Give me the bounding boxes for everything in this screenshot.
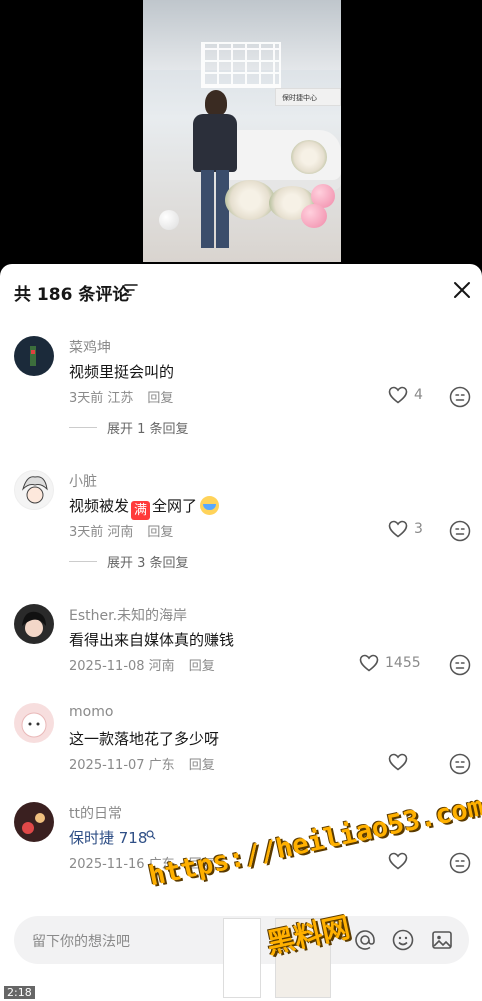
avatar-image-icon	[30, 346, 36, 366]
comment-username[interactable]: 菜鸡坤	[69, 337, 111, 357]
comment-time-location: 2025-11-07 广东	[69, 758, 175, 773]
thumbnail-image	[223, 918, 261, 998]
emoji-icon[interactable]	[392, 929, 414, 951]
flowers	[291, 140, 327, 174]
showroom-sign: 保时捷中心	[275, 88, 341, 106]
like-button[interactable]: 4	[388, 386, 423, 404]
reply-button[interactable]: 回复	[189, 659, 215, 674]
filter-lines-icon[interactable]	[124, 284, 138, 296]
like-count: 3	[414, 521, 423, 537]
video-player[interactable]: 保时捷中心	[0, 0, 482, 264]
reply-button[interactable]: 回复	[189, 857, 215, 872]
comment-meta: 3天前 江苏 回复	[69, 387, 173, 406]
smile-icon[interactable]	[449, 753, 471, 775]
man-emoji-icon: 满	[131, 501, 151, 520]
comment-meta: 2025-11-08 河南 回复	[69, 655, 215, 674]
comment-text: 这一款落地花了多少呀	[69, 730, 220, 748]
smile-icon[interactable]	[449, 852, 471, 874]
comment-time-location: 2025-11-08 河南	[69, 659, 175, 674]
avatar-image-icon	[21, 476, 48, 504]
expand-replies[interactable]: 展开 3 条回复	[69, 552, 189, 571]
smile-icon[interactable]	[449, 386, 471, 408]
comment-time-location: 3天前 河南	[69, 525, 134, 540]
heart-icon	[388, 520, 408, 538]
like-button[interactable]: 3	[388, 520, 423, 538]
like-button[interactable]	[388, 753, 408, 771]
comment-panel: 共 186 条评论 菜鸡坤 视频里挺会叫的 3天前 江苏 回复 4 展开 1 条回…	[0, 264, 482, 1001]
comment-username[interactable]: tt的日常	[69, 803, 122, 823]
at-mention-icon[interactable]	[354, 929, 376, 951]
comment-link-text[interactable]: 保时捷 718	[69, 827, 147, 848]
comment-text: 视频里挺会叫的	[69, 363, 175, 381]
search-icon[interactable]	[146, 830, 156, 840]
comment-text-part: 视频被发	[69, 497, 130, 515]
reply-button[interactable]: 回复	[147, 391, 173, 406]
comment-time-location: 2025-11-16 广东	[69, 857, 175, 872]
divider	[69, 561, 97, 562]
person-image	[193, 90, 237, 252]
comment-time-location: 3天前 江苏	[69, 391, 134, 406]
avatar[interactable]	[14, 336, 54, 376]
avatar-image-icon	[21, 712, 47, 738]
comment-text: 看得出来自媒体真的赚钱	[69, 631, 235, 649]
smile-icon[interactable]	[449, 654, 471, 676]
avatar[interactable]	[14, 802, 54, 842]
crying-face-icon	[200, 496, 220, 515]
comment-username[interactable]: momo	[69, 704, 113, 720]
like-count: 4	[414, 387, 423, 403]
comment-meta: 3天前 河南 回复	[69, 521, 173, 540]
heart-icon	[359, 654, 379, 672]
comment-username[interactable]: 小脏	[69, 471, 97, 491]
comment-meta: 2025-11-16 广东 回复	[69, 853, 215, 872]
comment-input-placeholder: 留下你的想法吧	[32, 934, 130, 950]
expand-replies-label: 展开 3 条回复	[107, 556, 189, 571]
heart-icon	[388, 852, 408, 870]
like-button[interactable]: 1455	[359, 654, 421, 672]
divider	[69, 427, 97, 428]
close-icon[interactable]	[452, 280, 472, 300]
avatar-image-icon	[22, 611, 46, 637]
comment-text: 视频被发满全网了	[69, 495, 220, 520]
avatar[interactable]	[14, 703, 54, 743]
avatar[interactable]	[14, 470, 54, 510]
avatar[interactable]	[14, 604, 54, 644]
flowers	[225, 180, 275, 220]
smile-icon[interactable]	[449, 520, 471, 542]
comment-username[interactable]: Esther.未知的海岸	[69, 605, 187, 625]
avatar-image-icon	[22, 813, 45, 834]
comment-meta: 2025-11-07 广东 回复	[69, 754, 215, 773]
heart-icon	[388, 753, 408, 771]
heart-icon	[388, 386, 408, 404]
like-button[interactable]	[388, 852, 408, 870]
comment-count: 共 186 条评论	[14, 285, 130, 305]
expand-replies[interactable]: 展开 1 条回复	[69, 418, 189, 437]
video-frame: 保时捷中心	[143, 0, 341, 262]
image-icon[interactable]	[431, 929, 453, 951]
balloon	[159, 210, 179, 230]
ceiling-light	[201, 42, 281, 88]
reply-button[interactable]: 回复	[189, 758, 215, 773]
reply-button[interactable]: 回复	[147, 525, 173, 540]
like-count: 1455	[385, 655, 421, 671]
status-time: 2:18	[4, 986, 35, 999]
comment-text-part: 全网了	[152, 497, 198, 515]
expand-replies-label: 展开 1 条回复	[107, 422, 189, 437]
thumbnail-image	[275, 918, 331, 998]
balloon	[301, 204, 327, 228]
comment-header: 共 186 条评论	[0, 264, 482, 318]
